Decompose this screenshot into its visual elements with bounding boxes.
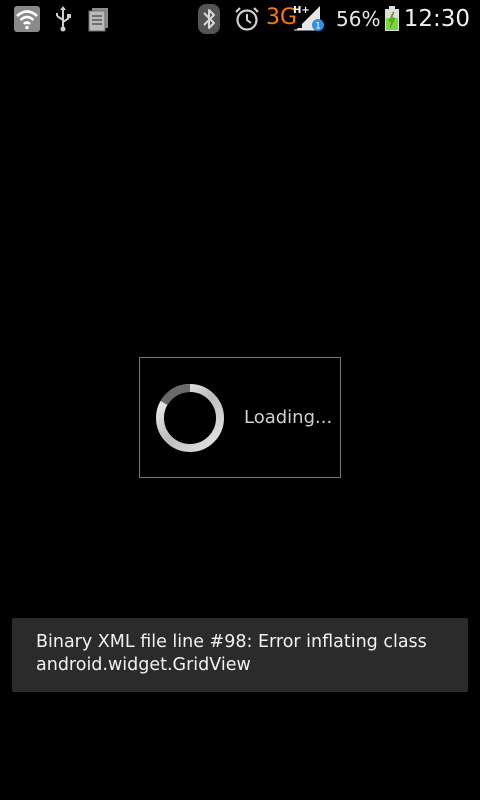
- toast-message-line-2: android.widget.GridView: [36, 655, 251, 675]
- status-clock: 12:30: [403, 6, 470, 32]
- network-sub-label: H+: [293, 5, 310, 16]
- loading-dialog: Loading...: [139, 357, 341, 478]
- toast-message-line-1: Binary XML file line #98: Error inflatin…: [36, 632, 427, 652]
- notification-icon: [88, 8, 108, 32]
- sim-slot-label: 1: [315, 22, 321, 32]
- alarm-icon: [235, 7, 259, 31]
- status-bar: 3G 1 H+ 56% 12:30: [0, 0, 480, 38]
- loading-label: Loading...: [244, 407, 333, 428]
- loading-spinner-icon: [156, 383, 224, 452]
- error-toast: Binary XML file line #98: Error inflatin…: [12, 618, 468, 692]
- bluetooth-icon: [198, 4, 220, 34]
- battery-icon: [385, 6, 399, 31]
- usb-icon: [56, 6, 71, 32]
- wifi-icon: [14, 6, 40, 32]
- phone-screen: 3G 1 H+ 56% 12:30 Loading... Binary XML …: [0, 0, 480, 800]
- battery-percent: 56%: [336, 7, 381, 31]
- signal-icon: 1 H+: [293, 5, 324, 32]
